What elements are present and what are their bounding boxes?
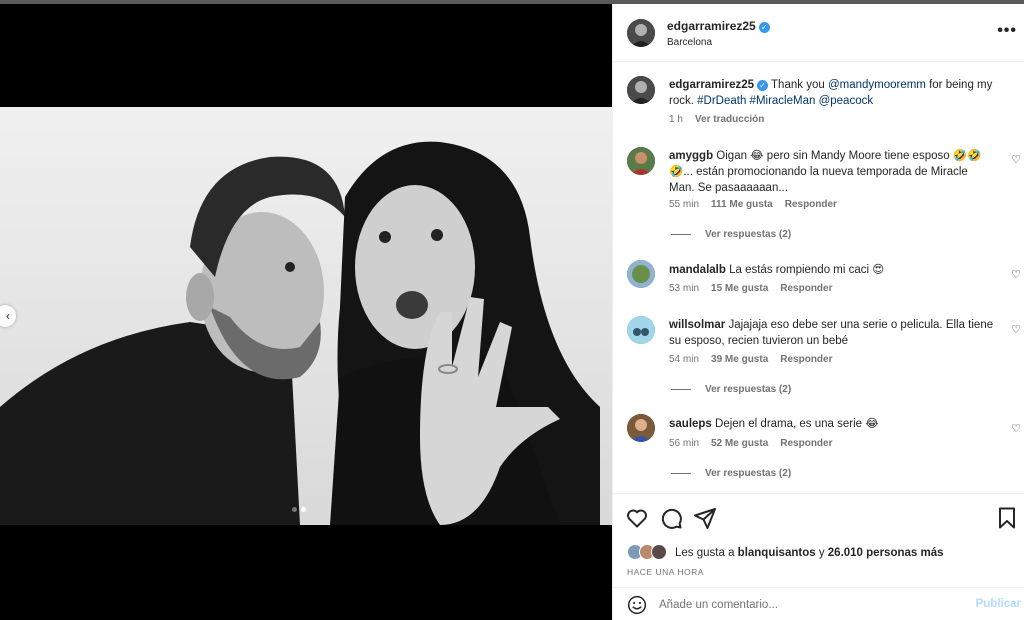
view-replies-label: Ver respuestas (2) xyxy=(705,468,792,479)
translate-button[interactable]: Ver traducción xyxy=(695,114,764,125)
send-icon[interactable] xyxy=(693,506,717,530)
comment-likes[interactable]: 15 Me gusta xyxy=(711,283,768,294)
comment-input[interactable] xyxy=(659,596,959,614)
post-caption: edgarramirez25 ✓ Thank you @mandymooremm … xyxy=(669,77,1009,109)
smiley-icon[interactable] xyxy=(627,595,647,615)
bookmark-icon[interactable] xyxy=(995,506,1019,530)
post-actions: Les gusta a blanquisantos y 26.010 perso… xyxy=(613,493,1024,587)
heart-icon[interactable]: ♡ xyxy=(1011,323,1021,336)
comment-meta: 56 min 52 Me gusta Responder xyxy=(669,438,833,449)
carousel-dot xyxy=(292,507,297,512)
post-media-panel: ‹ xyxy=(0,4,612,620)
heart-icon[interactable]: ♡ xyxy=(1011,422,1021,435)
view-replies-label: Ver respuestas (2) xyxy=(705,384,792,395)
view-replies-button[interactable]: Ver respuestas (2) xyxy=(671,229,791,240)
verified-icon: ✓ xyxy=(758,22,770,33)
comment-text: willsolmar Jajajaja eso debe ser una ser… xyxy=(669,317,999,349)
comment-body: Oigan 😂 pero sin Mandy Moore tiene espos… xyxy=(716,150,982,162)
caption-text: for being my xyxy=(929,79,993,91)
comment-time[interactable]: 54 min xyxy=(669,354,699,365)
likes-prefix: Les gusta a xyxy=(675,547,735,559)
liked-by-avatars[interactable] xyxy=(627,544,675,562)
comment-text: sauleps Dejen el drama, es una serie 😂 xyxy=(669,416,999,432)
reply-button[interactable]: Responder xyxy=(785,199,837,210)
caption-text: rock. xyxy=(669,95,694,107)
avatar[interactable] xyxy=(627,76,655,104)
replies-divider xyxy=(671,473,691,474)
likes-count[interactable]: 26.010 personas más xyxy=(828,547,944,559)
comment-text: mandalalb La estás rompiendo mi caci 😍 xyxy=(669,262,999,278)
comment-body: Man. Se pasaaaaaan... xyxy=(669,182,788,194)
post-photo xyxy=(0,107,612,525)
avatar[interactable] xyxy=(627,19,655,47)
comment-body: La estás rompiendo mi caci 😍 xyxy=(729,264,885,276)
comment-body: Dejen el drama, es una serie 😂 xyxy=(715,418,879,430)
comment-likes[interactable]: 52 Me gusta xyxy=(711,438,768,449)
comment-body: 🤣... están promocionando la nueva tempor… xyxy=(669,166,968,178)
comment-username[interactable]: willsolmar xyxy=(669,319,725,331)
avatar[interactable] xyxy=(627,414,655,442)
likes-and: y xyxy=(818,547,825,559)
comment-username[interactable]: sauleps xyxy=(669,418,712,430)
caption-username[interactable]: edgarramirez25 xyxy=(669,79,754,91)
caption-meta: 1 h Ver traducción xyxy=(669,114,764,125)
add-comment-bar: Publicar xyxy=(613,587,1024,620)
view-replies-button[interactable]: Ver respuestas (2) xyxy=(671,384,791,395)
post-author-username[interactable]: edgarramirez25 xyxy=(667,19,756,33)
avatar[interactable] xyxy=(627,316,655,344)
comment-meta: 53 min 15 Me gusta Responder xyxy=(669,283,833,294)
carousel-indicator xyxy=(292,507,306,512)
comment-meta: 55 min 111 Me gusta Responder xyxy=(669,199,837,210)
comment-text: amyggb Oigan 😂 pero sin Mandy Moore tien… xyxy=(669,148,999,196)
avatar xyxy=(651,544,667,560)
caption-mention-link[interactable]: @mandymooremm xyxy=(828,79,926,91)
more-options-icon[interactable]: ••• xyxy=(997,22,1017,40)
heart-icon[interactable]: ♡ xyxy=(1011,153,1021,166)
reply-button[interactable]: Responder xyxy=(780,354,832,365)
avatar[interactable] xyxy=(627,147,655,175)
likes-summary: Les gusta a blanquisantos y 26.010 perso… xyxy=(627,544,944,562)
view-replies-label: Ver respuestas (2) xyxy=(705,229,792,240)
publish-button[interactable]: Publicar xyxy=(976,598,1021,610)
comment-username[interactable]: mandalalb xyxy=(669,264,726,276)
verified-icon: ✓ xyxy=(757,80,769,91)
reply-button[interactable]: Responder xyxy=(780,438,832,449)
caption-text: Thank you xyxy=(771,79,825,91)
comment-icon[interactable] xyxy=(659,506,683,530)
replies-divider xyxy=(671,234,691,235)
heart-icon[interactable] xyxy=(625,506,649,530)
hashtag-link[interactable]: #DrDeath xyxy=(697,95,746,107)
comment-username[interactable]: amyggb xyxy=(669,150,713,162)
hashtag-link[interactable]: #MiracleMan xyxy=(750,95,816,107)
reply-button[interactable]: Responder xyxy=(780,283,832,294)
chevron-left-icon: ‹ xyxy=(6,309,10,323)
caption-mention-link[interactable]: @peacock xyxy=(819,95,874,107)
comment-body: Jajajaja eso debe ser una serie o pelicu… xyxy=(728,319,994,331)
comments-list: edgarramirez25 ✓ Thank you @mandymooremm … xyxy=(613,63,1024,493)
comment-likes[interactable]: 39 Me gusta xyxy=(711,354,768,365)
comment-time[interactable]: 55 min xyxy=(669,199,699,210)
post-side-panel: edgarramirez25 ✓ Barcelona ••• edgarramir… xyxy=(612,4,1024,620)
comment-meta: 54 min 39 Me gusta Responder xyxy=(669,354,833,365)
post-location[interactable]: Barcelona xyxy=(667,37,712,48)
post-timestamp[interactable]: HACE UNA HORA xyxy=(627,567,704,577)
replies-divider xyxy=(671,389,691,390)
post-header: edgarramirez25 ✓ Barcelona ••• xyxy=(613,4,1024,62)
comment-time[interactable]: 56 min xyxy=(669,438,699,449)
comment-body: su esposo, recien tuvieron un bebé xyxy=(669,335,849,347)
carousel-dot-active xyxy=(301,507,306,512)
avatar[interactable] xyxy=(627,260,655,288)
caption-time[interactable]: 1 h xyxy=(669,114,683,125)
comment-likes[interactable]: 111 Me gusta xyxy=(711,199,773,210)
comment-time[interactable]: 53 min xyxy=(669,283,699,294)
heart-icon[interactable]: ♡ xyxy=(1011,268,1021,281)
view-replies-button[interactable]: Ver respuestas (2) xyxy=(671,468,791,479)
liked-by-username[interactable]: blanquisantos xyxy=(738,547,816,559)
